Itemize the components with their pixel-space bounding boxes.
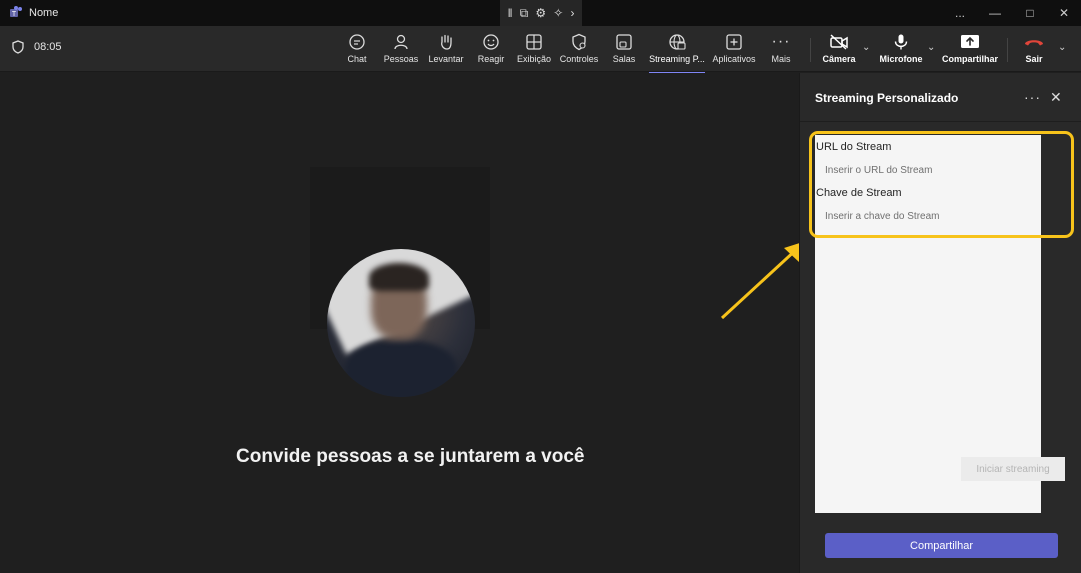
microphone-button[interactable]: Microfone: [879, 32, 923, 68]
people-icon: [394, 34, 408, 50]
rooms-icon: [616, 34, 632, 50]
microphone-icon: [894, 34, 908, 50]
drag-handle-icon[interactable]: ‖: [508, 6, 513, 20]
close-window-button[interactable]: ✕: [1047, 0, 1081, 26]
chevron-right-icon[interactable]: ›: [570, 6, 574, 20]
title-bar: T Nome ‖ ⧉ ⚙ ✧ › ... — □ ✕: [0, 0, 1081, 26]
panel-divider: [800, 121, 1081, 122]
maximize-button[interactable]: □: [1013, 0, 1047, 26]
toolbar-divider: [1007, 38, 1008, 62]
timer-text: 08:05: [34, 41, 62, 53]
people-button[interactable]: Pessoas: [384, 32, 418, 68]
meeting-timer: 08:05: [12, 40, 62, 54]
chat-button[interactable]: Chat: [345, 32, 369, 68]
apps-button[interactable]: Aplicativos: [712, 32, 756, 68]
camera-options-chevron-down-icon[interactable]: ⌄: [862, 42, 870, 53]
camera-button[interactable]: Câmera: [822, 32, 856, 68]
share-screen-icon: [961, 35, 979, 48]
more-button[interactable]: ··· Mais: [770, 32, 792, 68]
mic-options-chevron-down-icon[interactable]: ⌄: [927, 42, 935, 53]
panel-title: Streaming Personalizado: [815, 91, 959, 105]
teams-logo-icon: T: [10, 6, 22, 18]
more-icon: ···: [771, 33, 791, 50]
share-content-button[interactable]: Compartilhar: [942, 32, 998, 68]
hang-up-icon: [1025, 40, 1043, 46]
controls-icon: [572, 33, 586, 51]
streaming-icon: [669, 34, 686, 50]
meeting-controls-mini: ‖ ⧉ ⚙ ✧ ›: [500, 0, 582, 26]
view-icon: [526, 34, 542, 50]
shield-icon: [12, 40, 24, 54]
react-icon: [483, 34, 499, 50]
meeting-toolbar: 08:05 Chat Pessoas Levantar Reagir Exibi…: [0, 26, 1081, 74]
streaming-button[interactable]: Streaming P...: [649, 32, 705, 74]
minimize-button[interactable]: —: [978, 0, 1012, 26]
close-icon[interactable]: ✕: [1050, 89, 1062, 106]
invite-message: Convide pessoas a se juntarem a você: [236, 446, 585, 467]
leave-button[interactable]: Sair: [1022, 32, 1046, 68]
gear-icon[interactable]: ⚙: [535, 6, 546, 20]
popout-icon[interactable]: ⧉: [520, 6, 529, 21]
start-streaming-button[interactable]: Iniciar streaming: [961, 457, 1065, 481]
panel-more-icon[interactable]: ···: [1024, 89, 1041, 105]
toolbar-divider: [810, 38, 811, 62]
share-button[interactable]: Compartilhar: [825, 533, 1058, 558]
view-button[interactable]: Exibição: [517, 32, 551, 68]
window-more-button[interactable]: ...: [943, 0, 977, 26]
raise-hand-icon: [441, 34, 452, 50]
camera-off-icon: [830, 34, 848, 50]
pin-icon[interactable]: ✧: [553, 6, 563, 20]
raise-hand-button[interactable]: Levantar: [428, 32, 464, 68]
svg-text:T: T: [12, 11, 17, 18]
controls-button[interactable]: Controles: [560, 32, 598, 68]
avatar: [327, 249, 475, 397]
rooms-button[interactable]: Salas: [612, 32, 636, 68]
chat-icon: [349, 34, 365, 50]
callout-arrow-icon: [720, 241, 806, 320]
apps-icon: [726, 34, 742, 50]
leave-options-chevron-down-icon[interactable]: ⌄: [1058, 42, 1066, 53]
react-button[interactable]: Reagir: [477, 32, 505, 68]
highlight-box: [809, 131, 1074, 238]
window-title: Nome: [29, 7, 59, 19]
